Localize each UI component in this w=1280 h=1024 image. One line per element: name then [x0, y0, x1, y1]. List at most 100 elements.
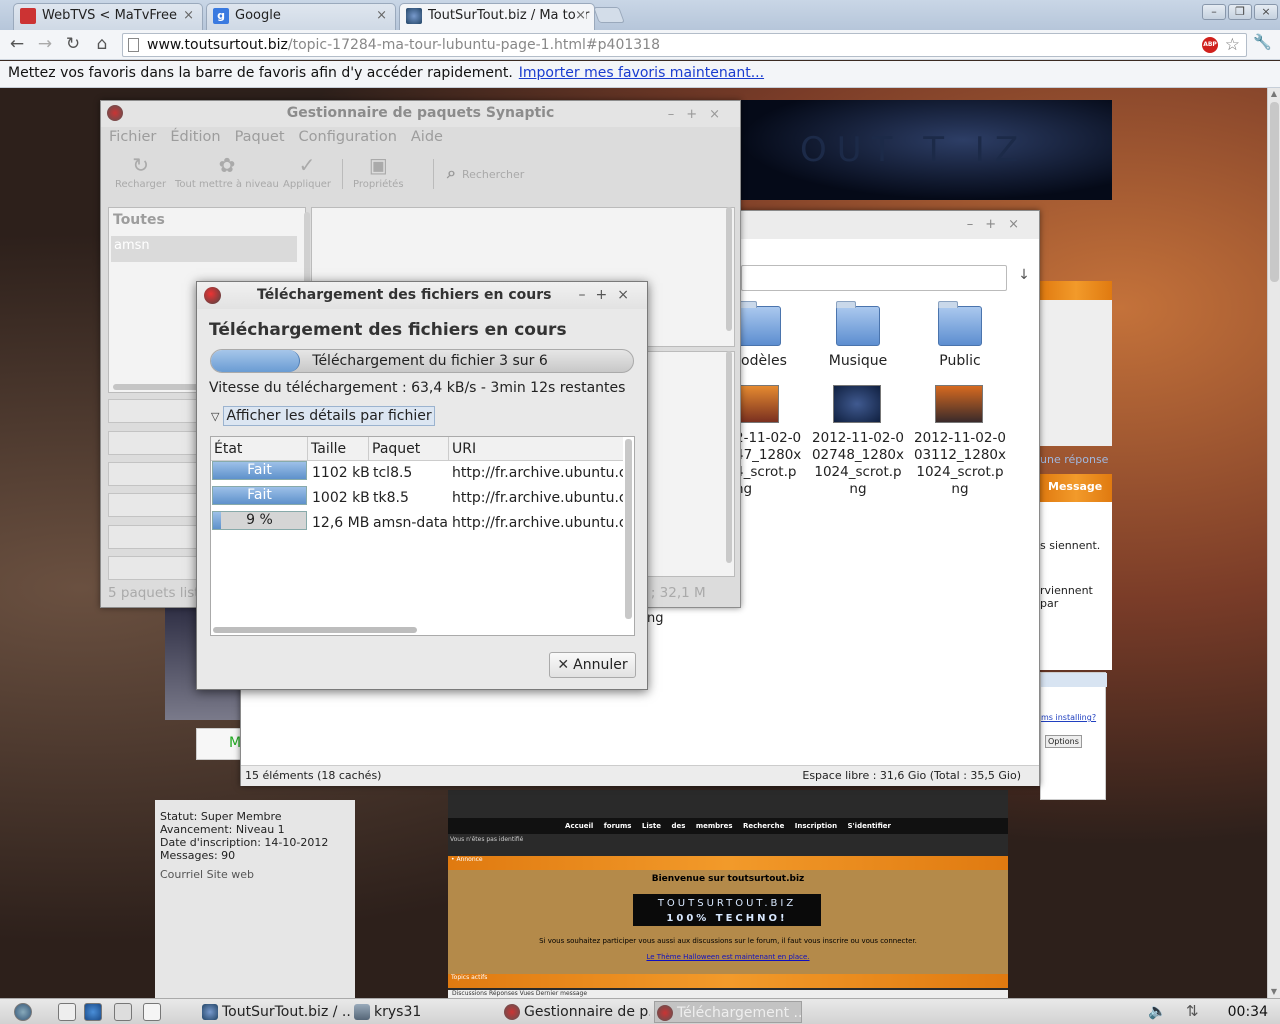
forum-banner: OUT T IZ	[740, 100, 1112, 200]
toolbar-separator	[433, 159, 434, 189]
scroll-up-icon[interactable]: ▲	[1268, 88, 1280, 100]
row-size: 1102 kB	[312, 465, 370, 481]
close-window-icon[interactable]: ×	[1254, 4, 1278, 20]
window-switcher-icon[interactable]	[114, 1003, 132, 1021]
scrollbar[interactable]	[213, 627, 417, 633]
minimize-icon[interactable]: –	[1202, 4, 1226, 20]
details-toggle-label: Afficher les détails par fichier	[223, 406, 435, 426]
image-thumbnail[interactable]	[935, 385, 983, 423]
task-download[interactable]: Téléchargement ...	[654, 1001, 802, 1023]
task-file-manager[interactable]: krys31	[352, 1001, 500, 1023]
table-header: État Taille Paquet URI	[211, 437, 623, 461]
network-icon[interactable]: ⇅	[1186, 1002, 1199, 1020]
snapshot-info: Si vous souhaitez participer vous aussi …	[539, 937, 917, 945]
menu-fichier[interactable]: Fichier	[109, 129, 156, 145]
close-tab-icon[interactable]: ×	[575, 4, 586, 28]
folder-icon[interactable]	[938, 301, 982, 346]
home-icon[interactable]: ⌂	[91, 33, 113, 55]
reload-icon[interactable]: ↻	[62, 33, 84, 55]
row-uri: http://fr.archive.ubuntu.c	[452, 515, 623, 531]
menu-edition[interactable]: Édition	[170, 129, 220, 145]
snapshot-welcome: Bienvenue sur toutsurtout.biz	[651, 874, 805, 884]
address-bar[interactable]: www.toutsurtout.biz/topic-17284-ma-tour-…	[122, 33, 1247, 57]
options-button: Options	[1045, 735, 1082, 748]
file-label[interactable]: 2012-11-02-0 02748_1280x 1024_scrot.p ng	[803, 430, 913, 498]
menu-aide[interactable]: Aide	[411, 129, 443, 145]
folder-icon[interactable]	[836, 301, 880, 346]
apply-button[interactable]: ✓ Appliquer	[283, 153, 331, 190]
go-down-icon[interactable]: ↓	[1013, 267, 1035, 289]
start-menu-icon[interactable]	[14, 1003, 32, 1021]
file-manager-launcher-icon[interactable]	[58, 1003, 76, 1021]
cancel-button[interactable]: ✕ Annuler	[549, 652, 636, 678]
task-label: Téléchargement ...	[677, 1005, 802, 1021]
column-paquet[interactable]: Paquet	[369, 437, 449, 461]
new-tab-button[interactable]	[593, 7, 625, 23]
scroll-down-icon[interactable]: ▼	[1268, 986, 1280, 998]
table-row[interactable]: Fait 1002 kB tk8.5 http://fr.archive.ubu…	[211, 486, 623, 511]
menu-configuration[interactable]: Configuration	[299, 129, 397, 145]
image-thumbnail[interactable]	[833, 385, 881, 423]
menu-paquet[interactable]: Paquet	[235, 129, 285, 145]
tab-google[interactable]: g Google ×	[206, 3, 396, 30]
nested-browser-screenshot: ms installing? Options	[1040, 672, 1107, 800]
window-controls[interactable]: –+×	[579, 282, 639, 308]
browser-launcher-icon[interactable]	[84, 1003, 102, 1021]
details-expander[interactable]: ▽ Afficher les détails par fichier	[211, 406, 435, 426]
reload-button[interactable]: ↻ Recharger	[115, 153, 166, 190]
toolbar-separator	[342, 159, 343, 189]
bookmark-star-icon[interactable]: ☆	[1225, 34, 1240, 56]
scrollbar[interactable]	[726, 351, 732, 563]
search-button[interactable]: ⌕ Rechercher	[447, 163, 524, 183]
user-messages: Messages: 90	[160, 849, 236, 862]
row-state: 9 %	[246, 512, 273, 528]
close-tab-icon[interactable]: ×	[376, 4, 387, 28]
snapshot-logo: TOUTSURTOUT.BIZ 100% TECHNO!	[633, 894, 821, 926]
column-uri[interactable]: URI	[449, 437, 623, 461]
apply-label: Appliquer	[283, 179, 332, 190]
scrollbar[interactable]	[726, 207, 732, 331]
close-tab-icon[interactable]: ×	[183, 4, 194, 28]
search-icon: ⌕	[447, 163, 456, 182]
show-desktop-icon[interactable]	[143, 1003, 161, 1021]
folder-label-public[interactable]: Public	[905, 353, 1015, 369]
forward-icon[interactable]: →	[34, 33, 56, 55]
restore-icon[interactable]: ❐	[1228, 4, 1252, 20]
dialog-titlebar[interactable]: Téléchargement des fichiers en cours –+×	[197, 282, 647, 309]
tab-toutsurtout[interactable]: ToutSurTout.biz / Ma tour ×	[399, 3, 595, 31]
task-synaptic[interactable]: Gestionnaire de p...	[502, 1001, 650, 1023]
filter-item-amsn[interactable]: amsn	[111, 236, 297, 262]
location-bar[interactable]	[741, 265, 1007, 291]
column-etat[interactable]: État	[211, 437, 308, 461]
back-icon[interactable]: ←	[6, 33, 28, 55]
folder-label-musique[interactable]: Musique	[803, 353, 913, 369]
wrench-menu-icon[interactable]: 🔧	[1253, 33, 1272, 51]
import-bookmarks-link[interactable]: Importer mes favoris maintenant...	[519, 65, 764, 81]
upgrade-all-button[interactable]: ✿ Tout mettre à niveau	[175, 153, 279, 190]
task-browser[interactable]: ToutSurTout.biz / ...	[200, 1001, 350, 1023]
adblock-icon[interactable]: ABP	[1202, 37, 1218, 53]
clock[interactable]: 00:34	[1228, 999, 1268, 1024]
table-row[interactable]: 9 % 12,6 MB amsn-data http://fr.archive.…	[211, 511, 623, 536]
column-taille[interactable]: Taille	[308, 437, 369, 461]
synaptic-titlebar[interactable]: Gestionnaire de paquets Synaptic –+×	[101, 101, 740, 127]
table-row[interactable]: Fait 1102 kB tcl8.5 http://fr.archive.ub…	[211, 461, 623, 486]
scrollbar-thumb[interactable]	[1270, 102, 1279, 282]
user-links[interactable]: Courriel Site web	[160, 868, 350, 881]
file-details-table[interactable]: État Taille Paquet URI Fait 1102 kB tcl8…	[210, 436, 635, 636]
items-count: 15 éléments (18 cachés)	[245, 769, 382, 782]
properties-button[interactable]: ▣ Propriétés	[353, 153, 404, 190]
scrollbar[interactable]	[625, 439, 632, 619]
page-scrollbar[interactable]: ▲ ▼	[1267, 88, 1280, 998]
task-label: ToutSurTout.biz / ...	[222, 1004, 350, 1020]
folder-icon[interactable]	[737, 301, 781, 346]
window-controls[interactable]: –+×	[668, 103, 732, 127]
window-controls[interactable]: –+×	[967, 217, 1031, 232]
synaptic-app-icon	[204, 287, 221, 304]
file-label[interactable]: 2012-11-02-0 03112_1280x 1024_scrot.p ng	[905, 430, 1015, 498]
download-dialog[interactable]: Téléchargement des fichiers en cours –+×…	[196, 281, 648, 690]
logo-line-1: TOUTSURTOUT.BIZ	[657, 898, 797, 909]
volume-icon[interactable]: 🔈	[1148, 1002, 1167, 1020]
tab-webtvs[interactable]: WebTVS < MaTvFree ×	[13, 3, 203, 30]
browser-task-icon	[202, 1004, 218, 1020]
